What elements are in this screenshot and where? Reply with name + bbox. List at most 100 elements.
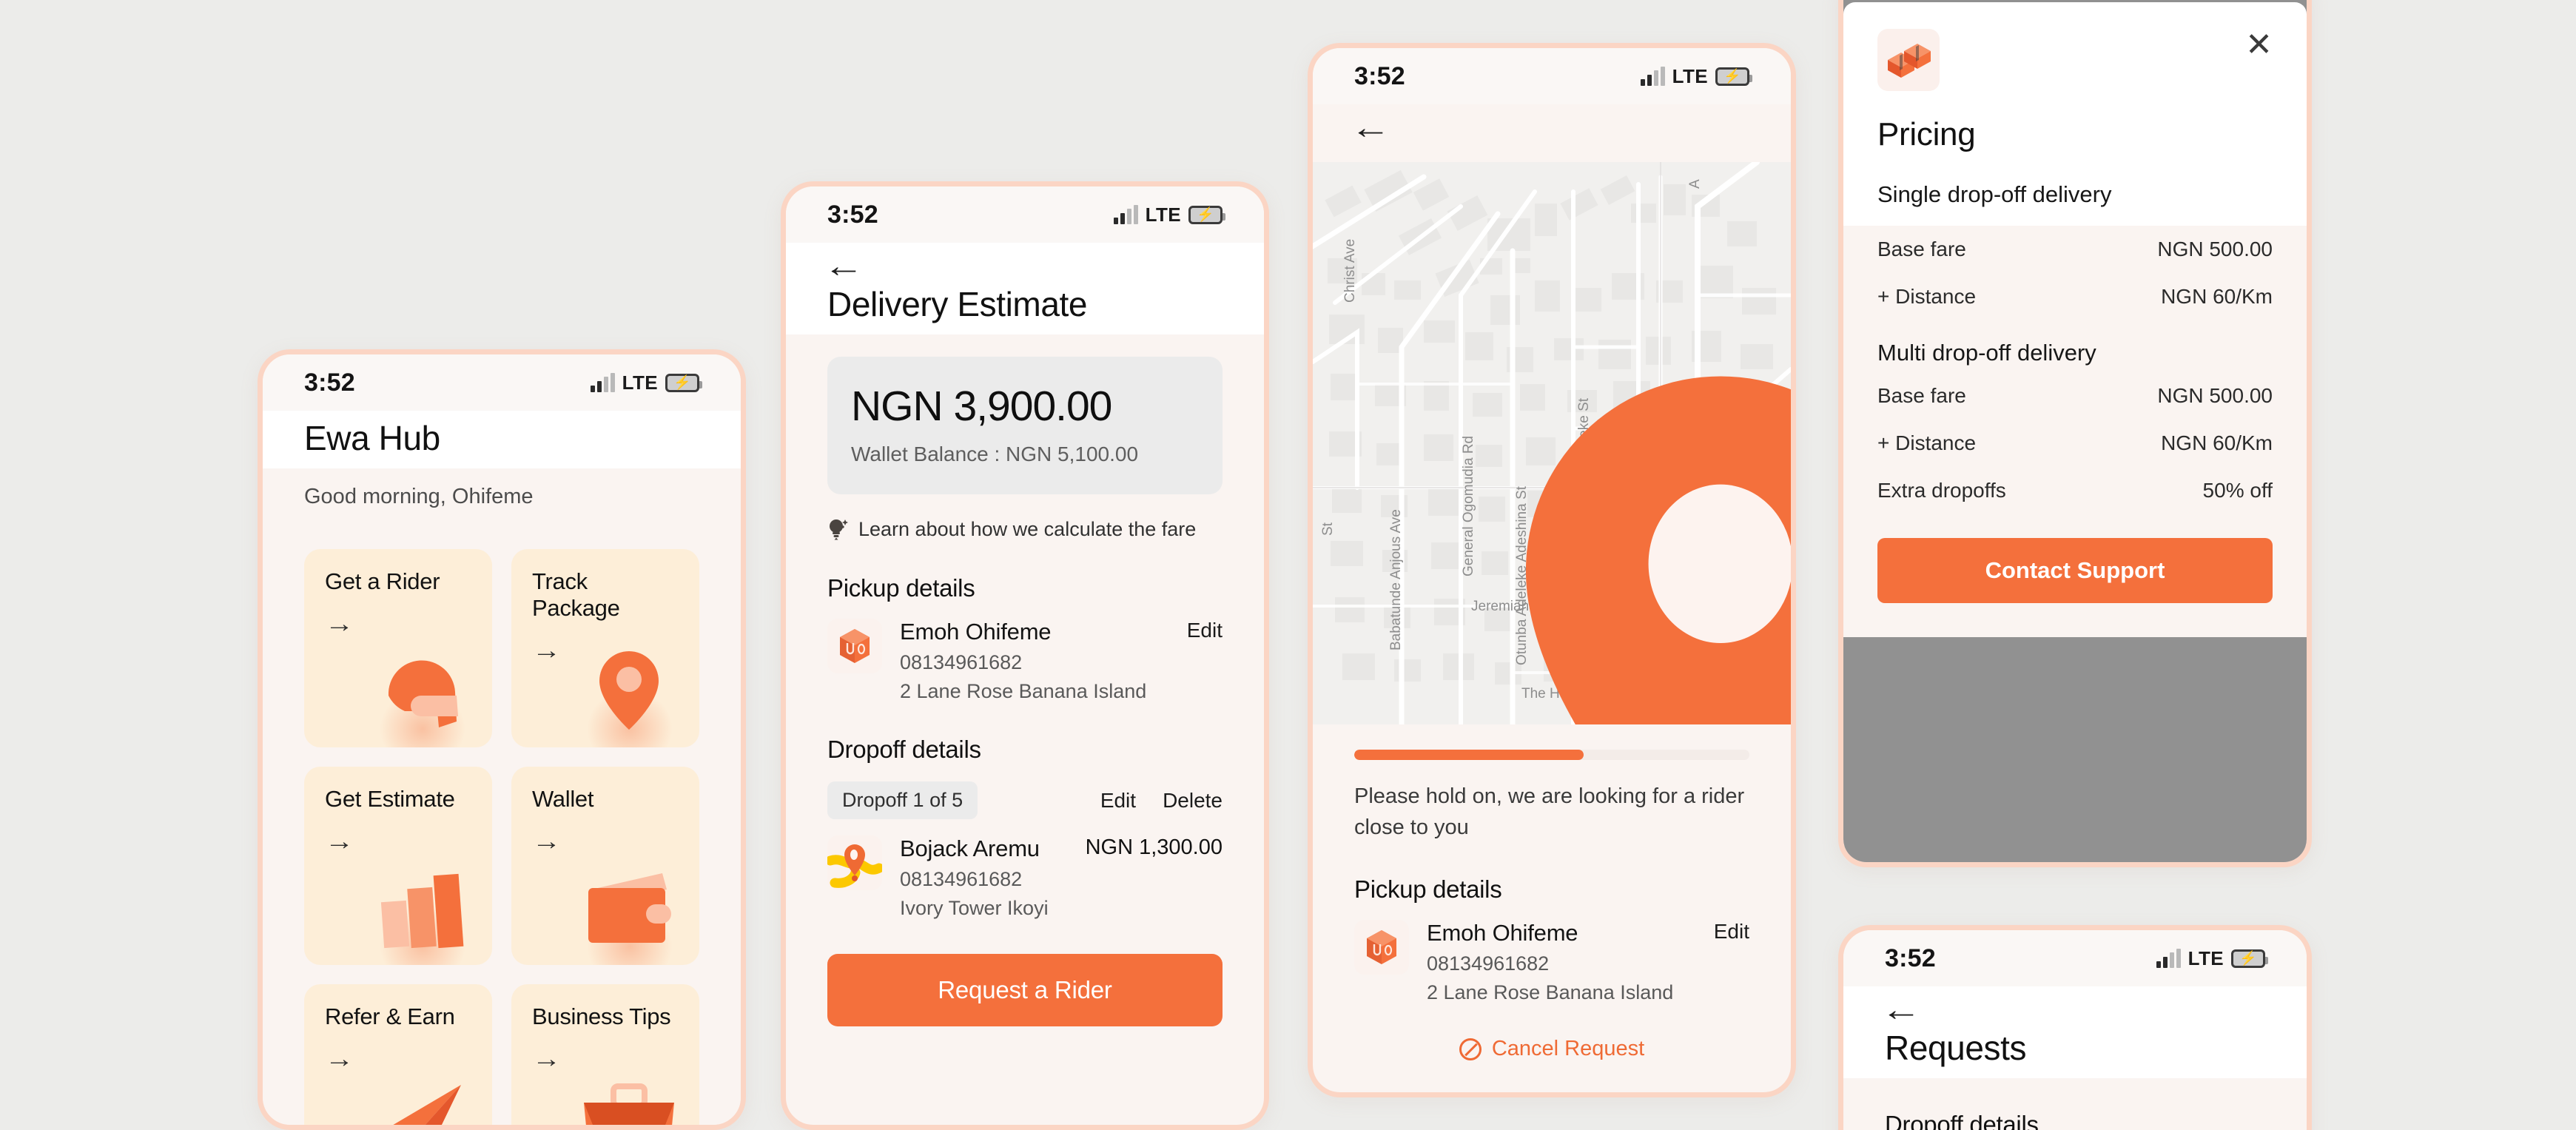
wallet-icon — [588, 873, 671, 943]
tile-label: Get Estimate — [325, 786, 455, 812]
tracking-body: Please hold on, we are looking for a rid… — [1313, 750, 1791, 1062]
wallet-balance: Wallet Balance : NGN 5,100.00 — [851, 443, 1139, 465]
status-time: 3:52 — [827, 200, 878, 229]
network-label: LTE — [2187, 946, 2224, 969]
tile-refer-and-earn[interactable]: Refer & Earn → — [304, 984, 492, 1125]
tile-track-package[interactable]: Track Package → — [511, 549, 699, 747]
dropoff-row: Bojack Aremu 08134961682 Ivory Tower Iko… — [827, 835, 1223, 920]
price-row-value: NGN 500.00 — [2157, 238, 2273, 260]
contact-support-button[interactable]: Contact Support — [1877, 538, 2273, 603]
package-box-icon — [827, 619, 882, 673]
package-box-icon — [1354, 920, 1409, 975]
status-time: 3:52 — [304, 368, 355, 397]
pickup-address: 2 Lane Rose Banana Island — [1427, 981, 1674, 1004]
battery-charging-icon: ⚡ — [665, 373, 702, 392]
phone-delivery-estimate: 3:52 LTE ⚡ ← Delivery Estimate NGN 3,900… — [781, 181, 1269, 1130]
price-row: + Distance NGN 60/Km — [1877, 420, 2273, 467]
tile-business-tips[interactable]: Business Tips → — [511, 984, 699, 1125]
shortcut-grid: Get a Rider → Track Package → Get Estima… — [304, 549, 699, 1125]
header: Requests — [1843, 1026, 2307, 1078]
modal-title: Pricing — [1877, 116, 1976, 152]
dropoff-name: Bojack Aremu — [900, 835, 1040, 861]
close-icon[interactable]: ✕ — [2245, 29, 2273, 61]
learn-fare-link[interactable]: Learn about how we calculate the fare — [827, 517, 1223, 542]
price-row-value: NGN 500.00 — [2157, 384, 2273, 407]
home-body: Good morning, Ohifeme Get a Rider → Trac… — [263, 468, 741, 1125]
signal-bars-icon — [590, 373, 615, 392]
map-street-label: Christ Ave — [1342, 238, 1358, 303]
dropoff-details-heading: Dropoff details — [827, 736, 981, 763]
bar-chart-icon — [380, 873, 464, 949]
packages-stack-icon — [1877, 29, 1940, 91]
arrow-right-icon: → — [532, 1045, 562, 1073]
screenshot-canvas: 3:52 LTE ⚡ Ewa Hub Good morning, Ohifeme… — [0, 0, 2576, 1130]
pickup-edit-button[interactable]: Edit — [1187, 619, 1223, 642]
nav-bar: ← — [1843, 986, 2307, 1026]
lightbulb-icon — [830, 519, 848, 540]
fare-card: NGN 3,900.00 Wallet Balance : NGN 5,100.… — [827, 357, 1223, 494]
arrow-right-icon: → — [325, 827, 354, 855]
pickup-phone: 08134961682 — [1427, 952, 1550, 975]
fare-amount: NGN 3,900.00 — [851, 383, 1112, 430]
pickup-name: Emoh Ohifeme — [1427, 920, 1578, 946]
tile-label: Track Package — [532, 568, 620, 621]
dropoff-toolbar: Dropoff 1 of 5 Edit Delete — [827, 781, 1223, 819]
status-message: Please hold on, we are looking for a rid… — [1354, 784, 1745, 840]
request-a-rider-button[interactable]: Request a Rider — [827, 954, 1223, 1026]
arrow-right-icon: → — [532, 827, 562, 855]
phone-tracking: 3:52 LTE ⚡ ← Christ Ave General Ogomudia… — [1308, 43, 1796, 1097]
map-street-label: A — [1687, 179, 1703, 189]
dropoff-address: Ivory Tower Ikoyi — [900, 897, 1049, 919]
page-title: Ewa Hub — [304, 419, 440, 457]
status-bar: 3:52 LTE ⚡ — [1843, 930, 2307, 986]
phone-pricing-modal: NGN 3,900.00 — [1838, 0, 2312, 867]
estimate-body: NGN 3,900.00 Wallet Balance : NGN 5,100.… — [786, 357, 1264, 1026]
dropoff-details-heading: Dropoff details — [1885, 1111, 2039, 1130]
price-row: + Distance NGN 60/Km — [1877, 273, 2273, 320]
map-street-label: Babatunde Anjous Ave — [1388, 509, 1404, 650]
arrow-right-icon: → — [325, 1045, 354, 1073]
tile-wallet[interactable]: Wallet → — [511, 767, 699, 965]
dropoff-counter-chip: Dropoff 1 of 5 — [827, 781, 978, 819]
helmet-icon — [388, 660, 458, 727]
tile-get-estimate[interactable]: Get Estimate → — [304, 767, 492, 965]
signal-bars-icon — [1113, 205, 1138, 224]
price-row: Base fare NGN 500.00 — [1877, 226, 2273, 273]
price-row-value: NGN 60/Km — [2161, 285, 2273, 308]
paper-plane-icon — [393, 1085, 461, 1125]
pickup-details-heading: Pickup details — [827, 574, 975, 602]
battery-charging-icon: ⚡ — [1188, 205, 1225, 224]
single-dropoff-heading: Single drop-off delivery — [1877, 181, 2112, 207]
dropoff-delete-button[interactable]: Delete — [1163, 789, 1223, 813]
back-arrow-icon[interactable]: ← — [824, 250, 864, 283]
map-pin-icon — [1525, 376, 1791, 724]
price-row-label: Extra dropoffs — [1877, 479, 2006, 502]
tile-label: Business Tips — [532, 1003, 671, 1029]
multi-dropoff-heading: Multi drop-off delivery — [1877, 340, 2096, 366]
arrow-right-icon: → — [325, 610, 354, 638]
map-view[interactable]: Christ Ave General Ogomudia Rd Otunba Ad… — [1313, 162, 1791, 724]
battery-charging-icon: ⚡ — [1715, 67, 1752, 86]
greeting-text: Good morning, Ohifeme — [304, 485, 534, 508]
price-row-label: Base fare — [1877, 238, 1966, 260]
cancel-request-button[interactable]: Cancel Request — [1354, 1037, 1749, 1061]
requests-body: Dropoff details — [1843, 1111, 2307, 1130]
price-row-value: NGN 60/Km — [2161, 431, 2273, 454]
pickup-row: Emoh Ohifeme 08134961682 2 Lane Rose Ban… — [827, 619, 1223, 703]
pickup-edit-button[interactable]: Edit — [1714, 920, 1749, 944]
dropoff-edit-button[interactable]: Edit — [1100, 789, 1136, 813]
signal-bars-icon — [2156, 949, 2181, 968]
learn-fare-label: Learn about how we calculate the fare — [858, 517, 1197, 540]
back-arrow-icon[interactable]: ← — [1881, 994, 1922, 1026]
status-bar: 3:52 LTE ⚡ — [263, 354, 741, 411]
nav-bar: ← — [1313, 104, 1791, 162]
tile-label: Refer & Earn — [325, 1003, 455, 1029]
pricing-sheet-header: ✕ Pricing Single drop-off delivery — [1843, 2, 2307, 226]
back-arrow-icon[interactable]: ← — [1351, 112, 1391, 144]
page-title: Requests — [1885, 1029, 2027, 1067]
tile-label: Get a Rider — [325, 568, 440, 594]
network-label: LTE — [1145, 203, 1181, 226]
pickup-details-heading: Pickup details — [1354, 875, 1502, 904]
dropoff-phone: 08134961682 — [900, 868, 1023, 890]
tile-get-a-rider[interactable]: Get a Rider → — [304, 549, 492, 747]
